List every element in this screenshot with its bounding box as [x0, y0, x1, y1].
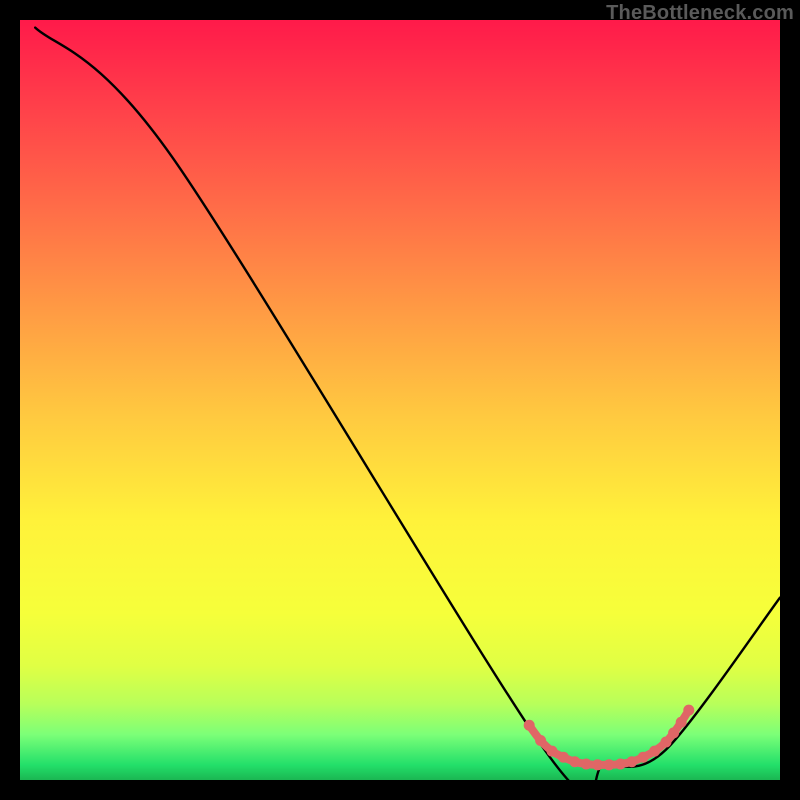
- main-curve: [35, 28, 780, 795]
- plot-area: [20, 20, 780, 780]
- highlight-dot: [558, 752, 569, 763]
- highlight-dot: [661, 737, 672, 748]
- highlight-dots: [524, 705, 695, 771]
- highlight-dot: [683, 705, 694, 716]
- highlight-dot: [676, 717, 687, 728]
- highlight-dot: [615, 759, 626, 770]
- highlight-dot: [581, 759, 592, 770]
- highlight-dot: [592, 759, 603, 770]
- highlight-dot: [524, 720, 535, 731]
- highlight-dot: [569, 756, 580, 767]
- highlight-dot: [535, 735, 546, 746]
- highlight-dot: [668, 727, 679, 738]
- highlight-dot: [649, 746, 660, 757]
- highlight-dot: [547, 746, 558, 757]
- chart-frame: TheBottleneck.com: [0, 0, 800, 800]
- highlight-dot: [638, 752, 649, 763]
- curve-layer: [20, 20, 780, 780]
- watermark: TheBottleneck.com: [606, 2, 794, 25]
- highlight-dot: [604, 759, 615, 770]
- highlight-dot: [626, 756, 637, 767]
